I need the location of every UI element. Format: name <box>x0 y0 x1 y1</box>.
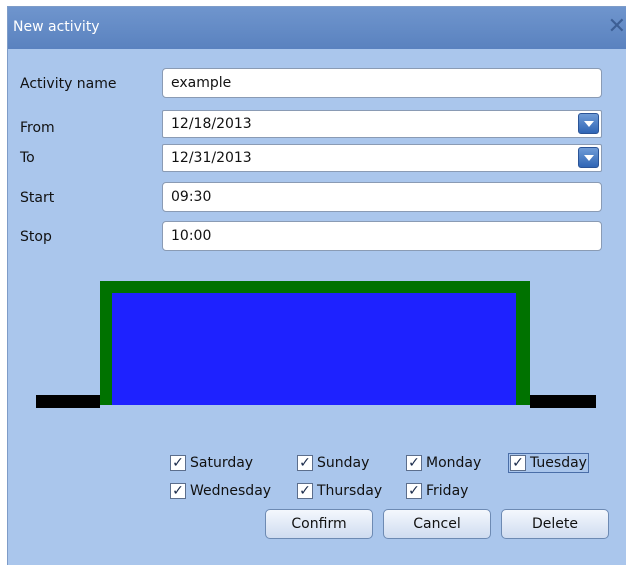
close-icon[interactable]: ✕ <box>606 14 626 40</box>
activity-name-input[interactable]: example <box>162 68 602 98</box>
stop-label: Stop <box>20 229 52 245</box>
day-label-saturday: Saturday <box>190 455 254 471</box>
from-label: From <box>20 120 55 136</box>
title-bar: New activity ✕ <box>8 7 626 49</box>
stop-time-input[interactable]: 10:00 <box>162 221 602 251</box>
dialog-title: New activity <box>13 19 100 35</box>
confirm-button[interactable]: Confirm <box>265 509 373 539</box>
day-label-wednesday: Wednesday <box>190 483 272 499</box>
day-label-sunday: Sunday <box>317 455 370 471</box>
timeline-line-left <box>36 395 100 408</box>
activity-name-label: Activity name <box>20 76 117 92</box>
day-label-friday: Friday <box>426 483 469 499</box>
checkmark-icon[interactable]: ✓ <box>170 483 186 499</box>
from-date-value: 12/18/2013 <box>171 116 252 132</box>
checkmark-icon[interactable]: ✓ <box>406 483 422 499</box>
day-checkbox-saturday[interactable]: ✓ Saturday <box>170 455 253 471</box>
day-label-thursday: Thursday <box>317 483 383 499</box>
to-date-picker[interactable]: 12/31/2013 <box>162 144 602 172</box>
start-label: Start <box>20 190 55 206</box>
from-date-picker[interactable]: 12/18/2013 <box>162 110 602 138</box>
checkmark-icon[interactable]: ✓ <box>297 455 313 471</box>
timeline-line-right <box>530 395 596 408</box>
checkmark-icon[interactable]: ✓ <box>510 455 526 471</box>
day-checkbox-wednesday[interactable]: ✓ Wednesday <box>170 483 271 499</box>
day-checkbox-sunday[interactable]: ✓ Sunday <box>297 455 369 471</box>
to-date-value: 12/31/2013 <box>171 150 252 166</box>
day-label-tuesday: Tuesday <box>530 455 587 471</box>
day-checkbox-tuesday[interactable]: ✓ Tuesday <box>508 453 589 473</box>
start-time-input[interactable]: 09:30 <box>162 182 602 212</box>
delete-button[interactable]: Delete <box>501 509 609 539</box>
checkmark-icon[interactable]: ✓ <box>297 483 313 499</box>
checkmark-icon[interactable]: ✓ <box>406 455 422 471</box>
chevron-down-icon[interactable] <box>578 113 599 134</box>
day-checkbox-thursday[interactable]: ✓ Thursday <box>297 483 382 499</box>
day-label-monday: Monday <box>426 455 482 471</box>
chevron-down-icon[interactable] <box>578 147 599 168</box>
activity-block-border <box>100 281 530 405</box>
cancel-button[interactable]: Cancel <box>383 509 491 539</box>
checkmark-icon[interactable]: ✓ <box>170 455 186 471</box>
to-label: To <box>20 150 35 166</box>
day-checkbox-friday[interactable]: ✓ Friday <box>406 483 468 499</box>
day-checkbox-monday[interactable]: ✓ Monday <box>406 455 481 471</box>
activity-block <box>112 293 516 405</box>
